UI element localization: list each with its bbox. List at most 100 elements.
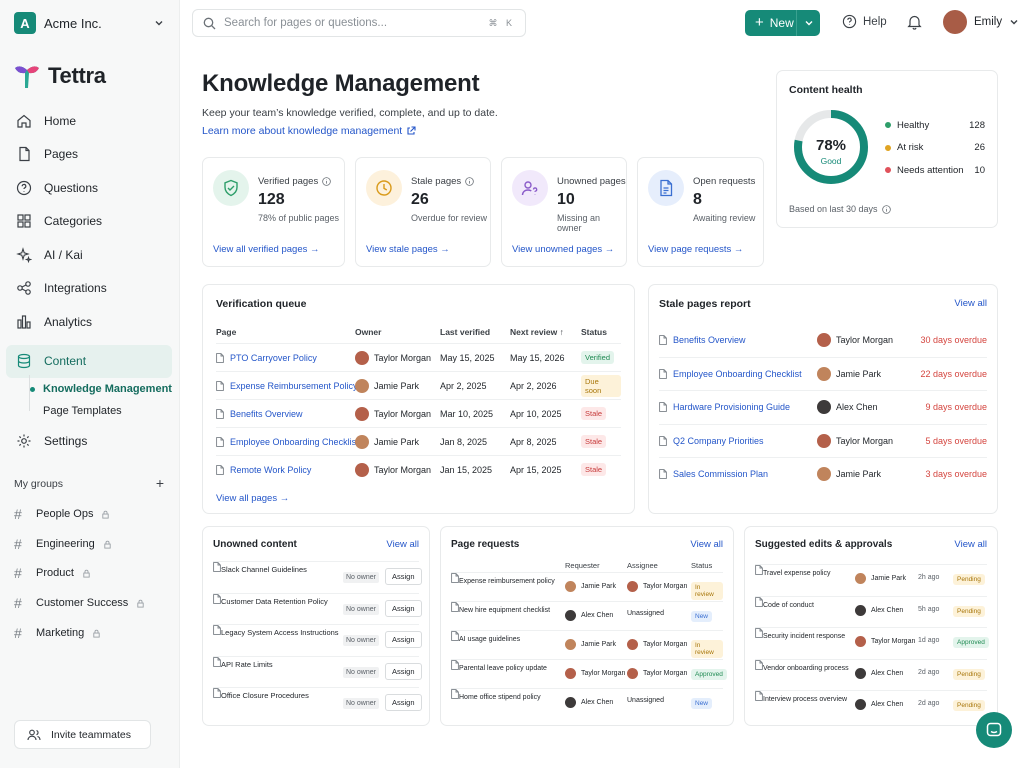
page-link[interactable]: Benefits Overview: [659, 335, 746, 345]
stat-desc: Overdue for review: [411, 213, 488, 223]
list-item[interactable]: Sales Commission Plan Jamie Park 3 days ov…: [659, 457, 987, 490]
list-item[interactable]: Interview process overview Alex Chen 2d ag…: [755, 690, 987, 722]
brand-logo[interactable]: Tettra: [12, 62, 106, 90]
pages-icon: [19, 147, 30, 162]
learn-more-label: Learn more about knowledge management: [202, 125, 403, 137]
group-item[interactable]: # Marketing: [14, 625, 101, 641]
list-item[interactable]: Employee Onboarding Checklist Jamie Park 2…: [659, 356, 987, 390]
table-row[interactable]: PTO Carryover Policy Taylor Morgan May 15,…: [216, 343, 621, 371]
col-header-next-review[interactable]: Next review ↑: [510, 327, 564, 337]
stat-link[interactable]: View stale pages →: [366, 244, 450, 255]
table-row[interactable]: New hire equipment checklist Alex Chen Una…: [451, 601, 723, 630]
page-link[interactable]: Expense Reimbursement Policy: [216, 381, 358, 391]
search-input[interactable]: Search for pages or questions... ⌘ K: [192, 9, 526, 37]
list-item[interactable]: Benefits Overview Taylor Morgan 30 days ov…: [659, 323, 987, 356]
list-item[interactable]: Q2 Company Priorities Taylor Morgan 5 days…: [659, 423, 987, 457]
suggested-view-all[interactable]: View all: [954, 539, 987, 550]
document-icon: [216, 380, 224, 391]
table-row[interactable]: AI usage guidelines Jamie Park Taylor Morg…: [451, 630, 723, 659]
grid-icon: [17, 214, 31, 228]
list-item[interactable]: Code of conduct Alex Chen 5h ago Pending: [755, 595, 987, 628]
page-title-text: Expense Reimbursement Policy: [230, 380, 358, 391]
list-item[interactable]: Hardware Provisioning Guide Alex Chen 9 da…: [659, 390, 987, 423]
assign-button[interactable]: Assign: [385, 694, 422, 711]
table-row[interactable]: Expense Reimbursement Policy Jamie Park Ap…: [216, 371, 621, 399]
document-icon: [659, 334, 667, 345]
nav-home[interactable]: Home: [6, 104, 172, 138]
notifications-button[interactable]: [907, 14, 922, 33]
page-link[interactable]: Employee Onboarding Checklist: [216, 437, 359, 447]
legend-dot: [885, 144, 891, 151]
org-switcher[interactable]: A Acme Inc.: [14, 11, 164, 35]
group-item[interactable]: # People Ops: [14, 506, 110, 522]
document-icon: [213, 562, 221, 572]
user-menu[interactable]: Emily: [943, 10, 1019, 34]
nav-integrations[interactable]: Integrations: [6, 272, 172, 306]
nav-categories[interactable]: Categories: [6, 205, 172, 239]
chat-launcher-button[interactable]: [976, 712, 1012, 748]
table-row[interactable]: Remote Work Policy Taylor Morgan Jan 15, 2…: [216, 455, 621, 483]
assignee-name: Unassigned: [627, 697, 664, 704]
assign-button[interactable]: Assign: [385, 599, 422, 617]
assign-button[interactable]: Assign: [385, 662, 422, 680]
help-button[interactable]: Help: [842, 14, 887, 29]
page-link[interactable]: Sales Commission Plan: [659, 469, 768, 479]
page-title-text: PTO Carryover Policy: [230, 352, 317, 363]
stat-link[interactable]: View unowned pages →: [512, 244, 614, 255]
list-item[interactable]: Vendor onboarding process Alex Chen 2d ago…: [755, 658, 987, 691]
invite-teammates-button[interactable]: Invite teammates: [14, 720, 151, 749]
nav-ai-kai[interactable]: AI / Kai: [6, 238, 172, 272]
stat-icon-bg: [648, 170, 684, 206]
content-health-card: Content health 78% Good Healthy 128 At ri…: [776, 70, 998, 228]
assign-button[interactable]: Assign: [385, 568, 422, 585]
page-link[interactable]: PTO Carryover Policy: [216, 353, 317, 363]
nav-sub-knowledge-management[interactable]: Knowledge Management: [6, 378, 172, 400]
document-icon: [451, 602, 459, 612]
page-link[interactable]: Benefits Overview: [216, 409, 303, 419]
info-icon[interactable]: [881, 204, 891, 214]
group-item[interactable]: # Engineering: [14, 536, 112, 552]
nav-questions[interactable]: Questions: [6, 171, 172, 205]
unowned-view-all[interactable]: View all: [386, 539, 419, 550]
table-row[interactable]: Employee Onboarding Checklist Jamie Park J…: [216, 427, 621, 455]
help-icon: [842, 14, 857, 29]
requests-view-all[interactable]: View all: [690, 539, 723, 550]
nav-content[interactable]: Content: [6, 344, 172, 378]
page-link[interactable]: Remote Work Policy: [216, 465, 311, 475]
add-group-button[interactable]: +: [156, 476, 164, 490]
info-icon[interactable]: [465, 177, 474, 186]
user-avatar: [817, 433, 831, 448]
document-icon: [755, 659, 763, 670]
view-all-pages-link[interactable]: View all pages →: [216, 493, 289, 504]
nav-settings[interactable]: Settings: [6, 424, 172, 458]
list-item[interactable]: Travel expense policy Jamie Park 2h ago Pen…: [755, 564, 987, 596]
page-link[interactable]: Hardware Provisioning Guide: [659, 402, 790, 412]
document-icon: [755, 596, 763, 607]
nav-sub-page-templates[interactable]: Page Templates: [6, 400, 172, 422]
table-row[interactable]: Benefits Overview Taylor Morgan Mar 10, 20…: [216, 399, 621, 427]
page-title-text: Benefits Overview: [230, 408, 303, 419]
page-link[interactable]: Employee Onboarding Checklist: [659, 369, 802, 379]
list-item: Office Closure Procedures No owner Assign: [213, 687, 422, 719]
new-dropdown-button[interactable]: [797, 18, 820, 28]
table-row[interactable]: Parental leave policy update Taylor Morga…: [451, 659, 727, 688]
document-icon: [755, 691, 763, 701]
nav-analytics[interactable]: Analytics: [6, 305, 172, 339]
new-button[interactable]: + New: [745, 10, 820, 36]
group-item[interactable]: # Product: [14, 565, 91, 581]
page-link[interactable]: Q2 Company Priorities: [659, 436, 764, 446]
stat-link[interactable]: View page requests →: [648, 244, 743, 255]
user-avatar: [355, 462, 369, 477]
nav-pages[interactable]: Pages: [6, 138, 172, 172]
stat-link[interactable]: View all verified pages →: [213, 244, 320, 255]
list-item[interactable]: Security incident response Taylor Morgan 1…: [755, 627, 989, 659]
info-icon[interactable]: [322, 177, 331, 186]
assign-button[interactable]: Assign: [385, 631, 422, 648]
learn-more-link[interactable]: Learn more about knowledge management: [202, 125, 416, 137]
table-row[interactable]: Expense reimbursement policy Jamie Park Ta…: [451, 572, 723, 601]
document-icon: [659, 435, 667, 446]
group-item[interactable]: # Customer Success: [14, 595, 145, 611]
table-row[interactable]: Home office stipend policy Alex Chen Unass…: [451, 688, 723, 717]
document-icon: [755, 565, 763, 575]
stale-view-all[interactable]: View all: [954, 298, 987, 309]
